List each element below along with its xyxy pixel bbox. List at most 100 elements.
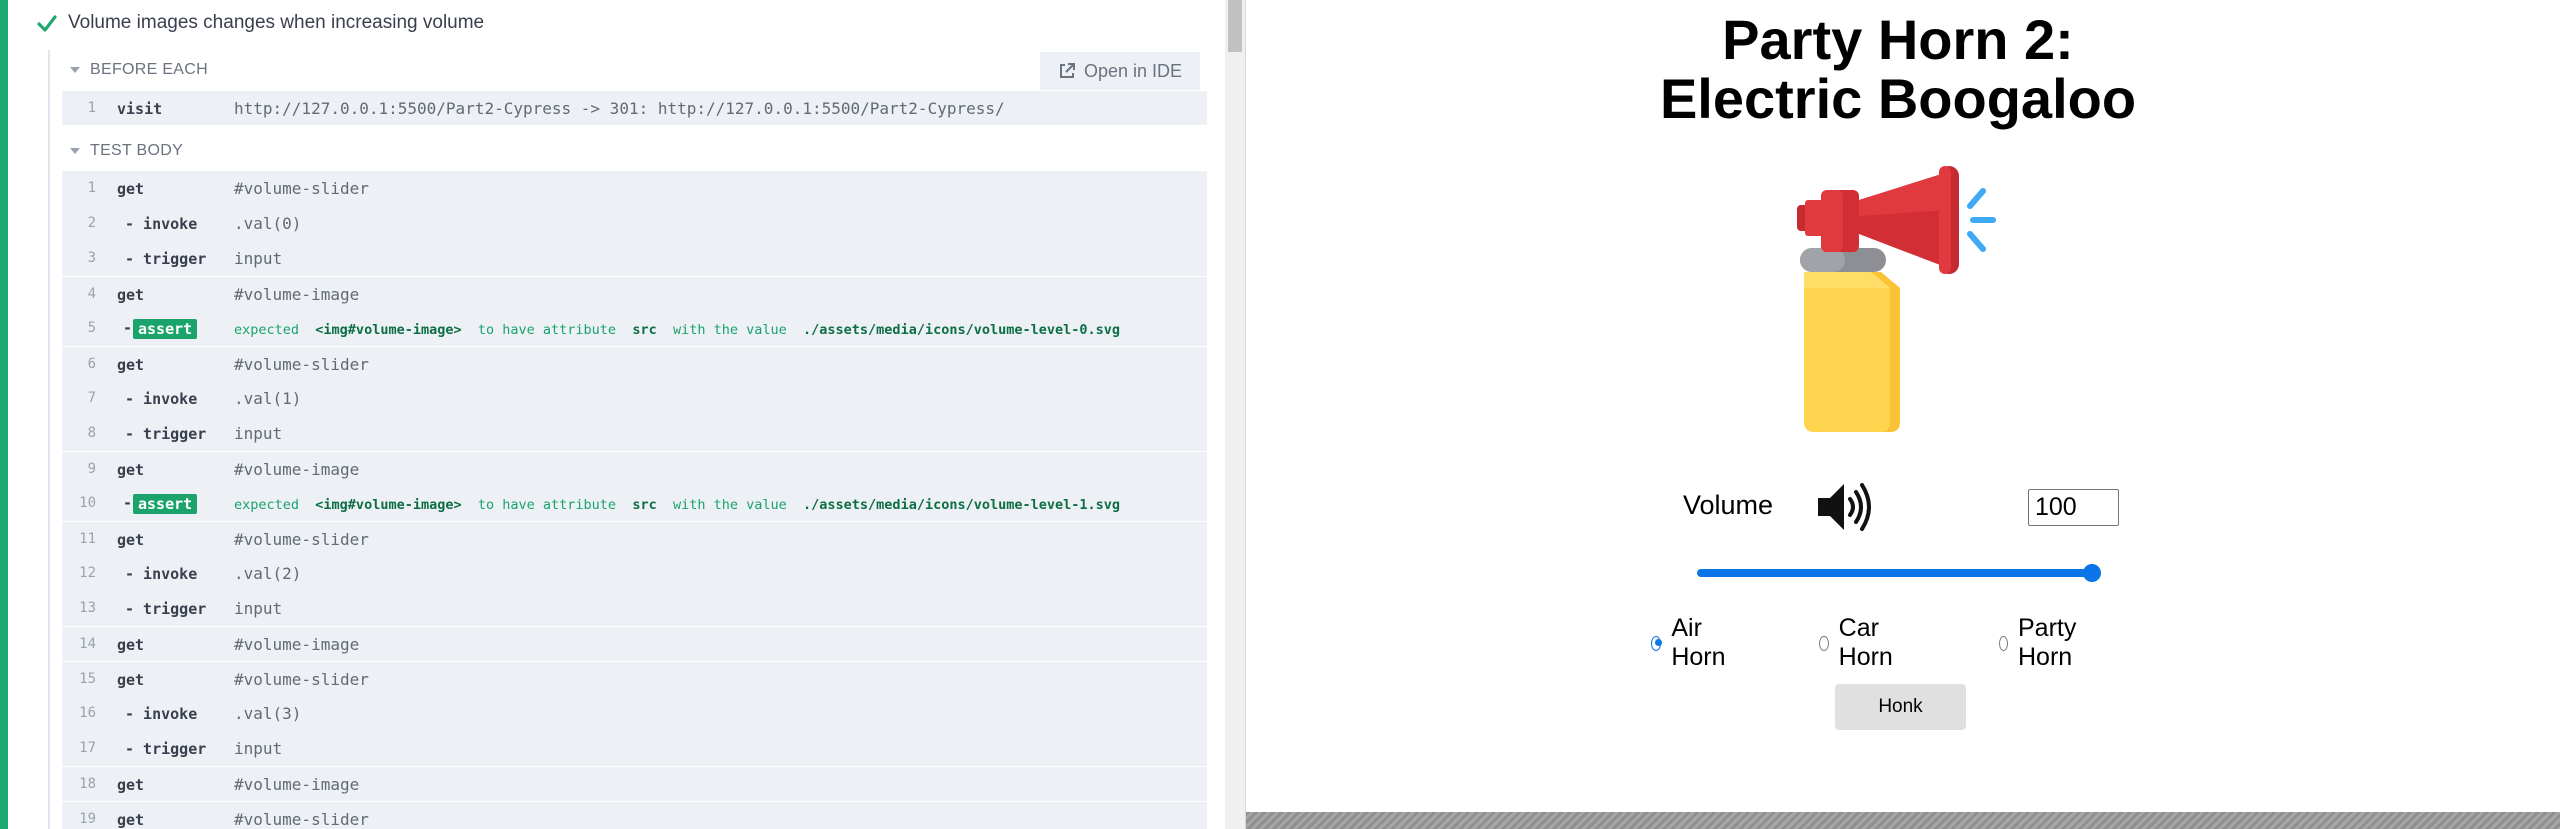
command-name: get [117,286,145,304]
command-row[interactable]: 15 get #volume-slider [62,661,1207,696]
title-line-1: Party Horn 2: [1722,8,2074,71]
command-row[interactable]: 12 - invoke .val(2) [62,556,1207,591]
command-message: #volume-image [234,285,360,304]
title-line-2: Electric Boogaloo [1659,67,2137,130]
volume-number-input[interactable] [2028,489,2119,526]
command-number: 10 [79,495,96,511]
command-message: #volume-image [234,775,360,794]
assert-message: expected <img#volume-image> to have attr… [234,497,1120,513]
command-row[interactable]: 1 visit http://127.0.0.1:5500/Part2-Cypr… [62,91,1207,126]
assert-phrase: to have attribute [477,322,617,338]
command-name: - invoke [125,390,198,408]
page-title: Party Horn 2: Electric Boogaloo [1246,10,2550,128]
command-message: .val(0) [234,214,302,233]
radio-button[interactable] [1819,635,1829,651]
air-horn-image [1797,166,1996,432]
check-icon [37,15,57,32]
command-row[interactable]: 13 - trigger input [62,591,1207,626]
command-row[interactable]: 19 get #volume-slider [62,801,1207,829]
assert-row[interactable]: 10 - assert expected <img#volume-image> … [62,486,1207,521]
command-row[interactable]: 14 get #volume-image [62,626,1207,661]
command-row[interactable]: 9 get #volume-image [62,451,1207,486]
assert-with: with the value [672,497,787,513]
radio-car-horn[interactable]: Car Horn [1819,614,1898,672]
command-name: - invoke [125,705,198,723]
assert-row[interactable]: 5 - assert expected <img#volume-image> t… [62,311,1207,346]
test-title: Volume images changes when increasing vo… [68,12,485,33]
command-name: get [117,356,145,374]
command-message: #volume-slider [234,530,369,549]
test-body-header[interactable]: TEST BODY [68,136,183,166]
radio-button[interactable] [1999,635,2008,651]
command-number: 17 [79,740,96,756]
command-row[interactable]: 18 get #volume-image [62,766,1207,801]
assert-attr: src [632,497,657,513]
external-link-icon [1059,63,1075,78]
open-in-ide-label: Open in IDE [1083,60,1183,81]
command-message: http://127.0.0.1:5500/Part2-Cypress -> 3… [234,99,1005,118]
command-name: - trigger [125,250,207,268]
command-number: 2 [87,215,96,231]
command-number: 1 [87,180,96,196]
volume-slider[interactable] [1697,569,2097,577]
assert-badge: assert [133,319,198,339]
command-row[interactable]: 1 get #volume-slider [62,171,1207,206]
command-row[interactable]: 8 - trigger input [62,416,1207,451]
before-each-header[interactable]: BEFORE EACH [68,55,208,85]
command-message: #volume-slider [234,670,369,689]
command-row[interactable]: 7 - invoke .val(1) [62,381,1207,416]
assert-with: with the value [672,322,787,338]
command-number: 6 [87,356,96,372]
assert-phrase: to have attribute [477,497,617,513]
command-message: #volume-slider [234,355,369,374]
assert-message: expected <img#volume-image> to have attr… [234,322,1120,338]
command-name: get [117,671,145,689]
command-row[interactable]: 6 get #volume-slider [62,346,1207,381]
command-number: 1 [87,100,96,116]
radio-party-horn[interactable]: Party Horn [1999,614,2082,672]
viewport-bottom-edge [1246,812,2560,829]
command-log-scrollbar[interactable] [1225,0,1245,829]
command-message: #volume-image [234,460,360,479]
command-name: get [117,636,145,654]
command-number: 5 [87,320,96,336]
command-number: 14 [79,636,96,652]
command-row[interactable]: 11 get #volume-slider [62,521,1207,556]
command-number: 18 [79,776,96,792]
open-in-ide-button[interactable]: Open in IDE [1040,52,1200,90]
command-row[interactable]: 2 - invoke .val(0) [62,206,1207,241]
radio-button[interactable] [1651,635,1662,651]
assert-value: ./assets/media/icons/volume-level-1.svg [803,497,1121,513]
command-name: - invoke [125,565,198,583]
command-row[interactable]: 4 get #volume-image [62,276,1207,311]
test-body-commands: 1 get #volume-slider 2 - invoke .val(0) … [62,171,1207,829]
command-number: 11 [79,531,96,547]
volume-slider-thumb[interactable] [2083,564,2101,582]
honk-button[interactable]: Honk [1835,684,1966,730]
command-row[interactable]: 16 - invoke .val(3) [62,696,1207,731]
command-message: .val(3) [234,704,302,723]
command-row[interactable]: 17 - trigger input [62,731,1207,766]
command-number: 8 [87,425,96,441]
assert-expected: expected [234,497,300,513]
test-title-row[interactable]: Volume images changes when increasing vo… [36,10,484,36]
command-number: 13 [79,600,96,616]
command-message: input [234,249,283,268]
radio-air-horn[interactable]: Air Horn [1651,614,1730,672]
assert-dash: - [123,494,133,512]
caret-down-icon [70,67,80,73]
command-name: get [117,531,145,549]
command-name: - trigger [125,600,207,618]
command-name: get [117,776,145,794]
command-name: - trigger [125,740,207,758]
command-message: #volume-slider [234,179,369,198]
scrollbar-thumb[interactable] [1228,0,1242,52]
before-each-commands: 1 visit http://127.0.0.1:5500/Part2-Cypr… [62,91,1207,125]
before-each-label: BEFORE EACH [90,61,208,78]
cypress-runner-panel: Volume images changes when increasing vo… [0,0,1245,829]
command-number: 9 [87,461,96,477]
command-message: #volume-slider [234,810,369,829]
command-message: #volume-image [234,635,360,654]
command-row[interactable]: 3 - trigger input [62,241,1207,276]
command-log: Volume images changes when increasing vo… [8,0,1225,829]
